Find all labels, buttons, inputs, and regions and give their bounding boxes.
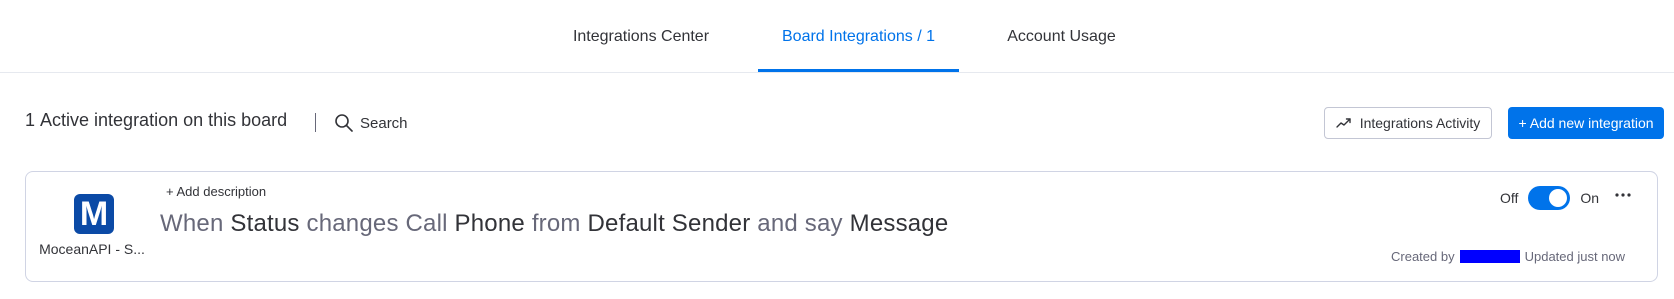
add-new-integration-button[interactable]: + Add new integration	[1508, 107, 1664, 139]
integration-recipe[interactable]: When Status changes Call Phone from Defa…	[160, 210, 948, 238]
integration-count: 1	[25, 110, 36, 130]
toggle-on-label: On	[1580, 190, 1600, 206]
toggle-off-label: Off	[1500, 190, 1519, 206]
integrations-activity-label: Integrations Activity	[1359, 115, 1481, 131]
recipe-text: When	[160, 210, 224, 237]
integration-toggle[interactable]	[1528, 186, 1571, 210]
recipe-field-message[interactable]: Message	[850, 210, 949, 237]
integration-toggle-group: Off On	[1500, 186, 1599, 210]
integration-meta: Created by Updated just now	[1391, 249, 1625, 264]
created-by-label: Created by	[1391, 249, 1455, 264]
app-logo: M	[74, 194, 114, 234]
integration-summary: 1 Active integration on this board	[25, 110, 287, 131]
tab-bar: Integrations Center Board Integrations /…	[0, 0, 1674, 73]
search-icon	[335, 114, 353, 132]
tab-integrations-center[interactable]: Integrations Center	[553, 0, 729, 73]
recipe-text: from	[531, 210, 581, 237]
updated-label: Updated just now	[1524, 249, 1626, 264]
redacted-creator	[1459, 250, 1520, 263]
integration-summary-text: Active integration on this board	[40, 110, 288, 130]
add-description-link[interactable]: + Add description	[166, 184, 266, 199]
app-name: MoceanAPI - S...	[39, 241, 145, 257]
integration-card[interactable]: M MoceanAPI - S... + Add description Whe…	[25, 171, 1658, 282]
more-icon	[1615, 193, 1631, 197]
activity-icon	[1335, 118, 1351, 128]
integrations-activity-button[interactable]: Integrations Activity	[1324, 107, 1492, 139]
tab-account-usage[interactable]: Account Usage	[990, 0, 1133, 73]
recipe-field-sender[interactable]: Default Sender	[588, 210, 751, 237]
recipe-field-status[interactable]: Status	[230, 210, 299, 237]
recipe-text: and say	[757, 210, 843, 237]
more-options-button[interactable]	[1611, 183, 1635, 207]
recipe-text: changes Call	[306, 210, 448, 237]
tab-board-integrations[interactable]: Board Integrations / 1	[758, 0, 959, 73]
toolbar-divider	[315, 113, 316, 132]
recipe-field-phone[interactable]: Phone	[455, 210, 525, 237]
toggle-knob	[1549, 189, 1568, 207]
active-tab-indicator	[758, 69, 959, 72]
search-button[interactable]: Search	[334, 109, 408, 137]
search-label: Search	[360, 114, 408, 132]
